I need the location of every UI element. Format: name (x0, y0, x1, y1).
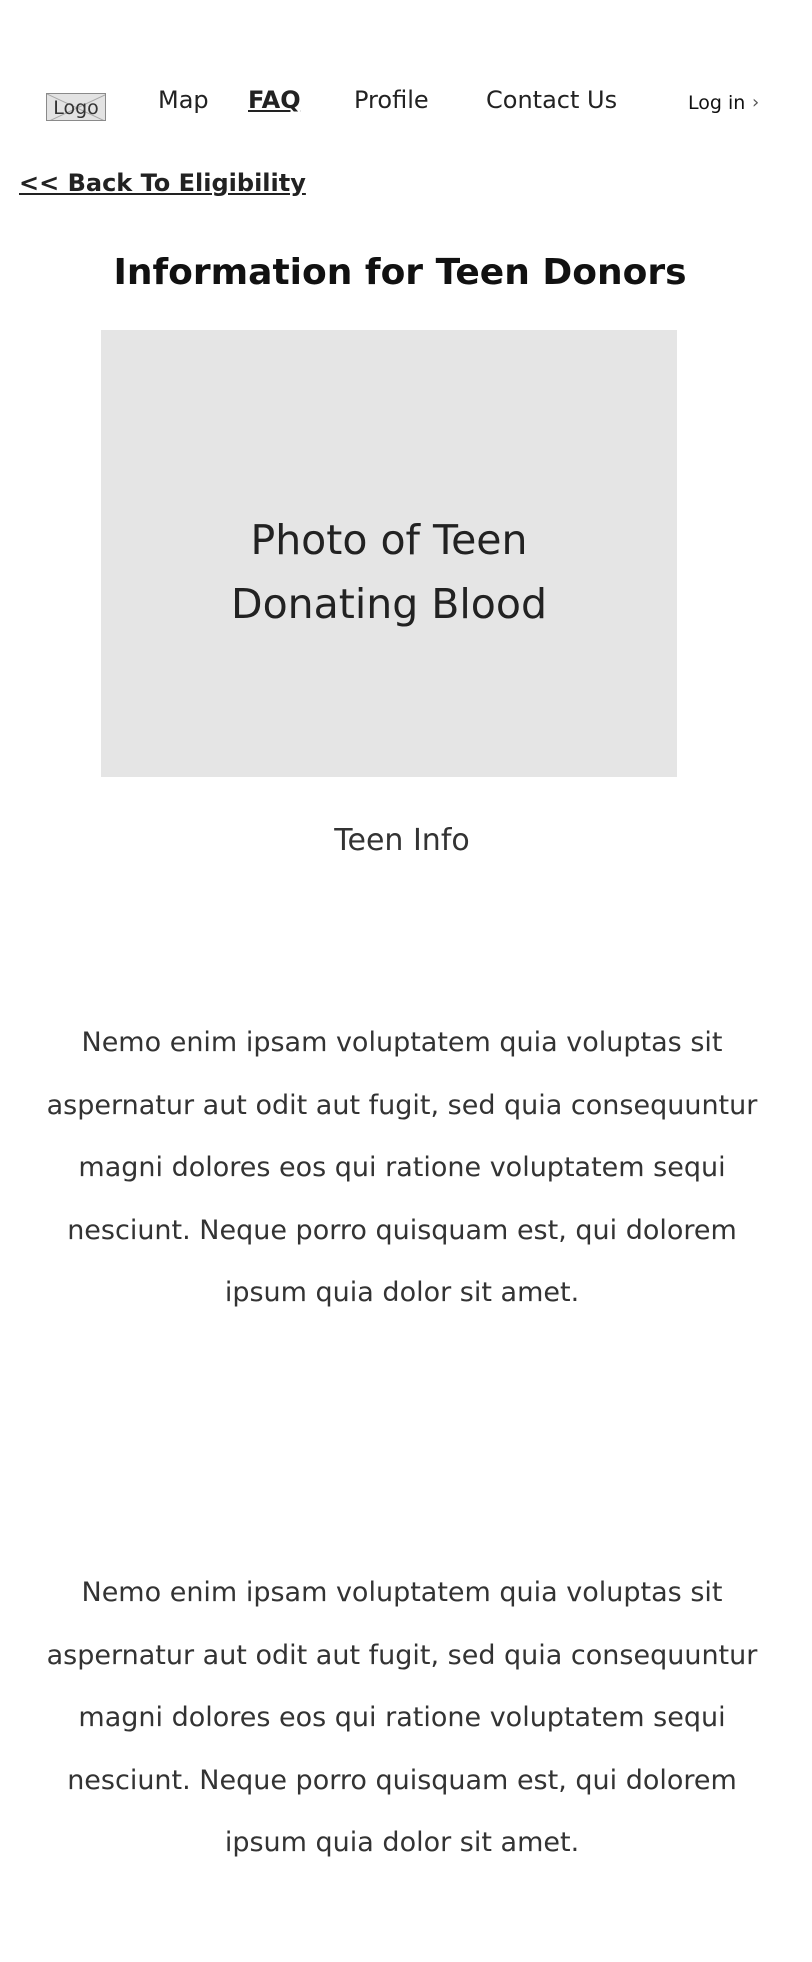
paragraph-line: Nemo enim ipsam voluptatem quia voluptas… (81, 1027, 723, 1058)
body-paragraph: Nemo enim ipsam voluptatem quia voluptas… (0, 1562, 804, 1875)
login-button[interactable]: Log in (688, 92, 745, 114)
nav-link-contact-us[interactable]: Contact Us (486, 86, 617, 114)
paragraph-line: magni dolores eos qui ratione voluptatem… (78, 1152, 726, 1183)
paragraph-line: Nemo enim ipsam voluptatem quia voluptas… (81, 1577, 723, 1608)
photo-caption-line-2: Donating Blood (231, 580, 547, 628)
nav-link-faq[interactable]: FAQ (248, 86, 301, 114)
paragraph-line: aspernatur aut odit aut fugit, sed quia … (46, 1639, 758, 1671)
paragraph-line: ipsum quia dolor sit amet. (224, 1277, 580, 1308)
chevron-right-icon: › (752, 92, 760, 113)
teen-photo-placeholder: Photo of Teen Donating Blood (101, 330, 677, 777)
paragraph-line: magni dolores eos qui ratione voluptatem… (78, 1702, 726, 1733)
nav-link-map[interactable]: Map (158, 86, 209, 114)
photo-caption-line-1: Photo of Teen (250, 516, 528, 564)
paragraph-line: nesciunt. Neque porro quisquam est, qui … (67, 1214, 737, 1246)
photo-caption: Photo of Teen Donating Blood (101, 508, 677, 636)
paragraph-line: ipsum quia dolor sit amet. (224, 1827, 580, 1858)
logo-label: Logo (53, 97, 99, 119)
back-to-eligibility-link[interactable]: << Back To Eligibility (19, 169, 306, 197)
section-heading: Teen Info (334, 823, 470, 858)
logo-placeholder[interactable]: Logo (46, 93, 106, 121)
nav-link-profile[interactable]: Profile (354, 86, 429, 114)
paragraph-line: nesciunt. Neque porro quisquam est, qui … (67, 1764, 737, 1796)
paragraph-line: aspernatur aut odit aut fugit, sed quia … (46, 1089, 758, 1121)
page-title: Information for Teen Donors (113, 252, 687, 293)
body-paragraph: Nemo enim ipsam voluptatem quia voluptas… (0, 1012, 804, 1325)
